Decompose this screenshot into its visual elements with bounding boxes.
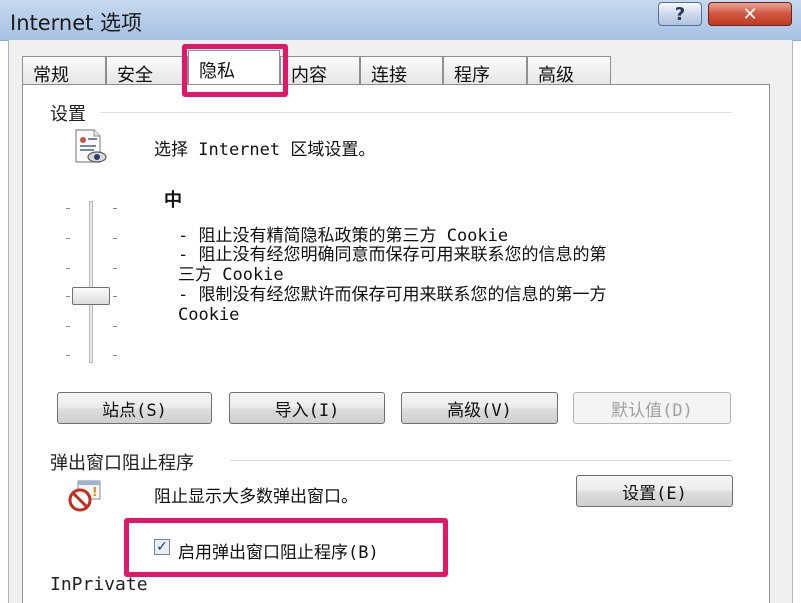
- sites-button[interactable]: 站点(S): [57, 392, 212, 424]
- slider-tick: [66, 326, 70, 327]
- popup-settings-button[interactable]: 设置(E): [576, 475, 733, 507]
- slider-tick: [113, 208, 117, 209]
- slider-tick: [66, 208, 70, 209]
- inprivate-group-label: InPrivate: [50, 574, 148, 595]
- popup-description: 阻止显示大多数弹出窗口。: [154, 487, 358, 507]
- privacy-description-line: 三方 Cookie: [178, 265, 284, 285]
- settings-divider: [100, 112, 732, 113]
- window-title: Internet 选项: [10, 11, 143, 35]
- close-button[interactable]: ✕: [708, 2, 792, 26]
- slider-tick: [113, 326, 117, 327]
- tab-content[interactable]: 内容: [280, 56, 360, 86]
- slider-tick: [66, 268, 70, 269]
- privacy-description-line: Cookie: [178, 305, 240, 325]
- slider-tick: [113, 238, 117, 239]
- popup-group-label: 弹出窗口阻止程序: [50, 449, 194, 475]
- slider-tick: [113, 268, 117, 269]
- tab-connections[interactable]: 连接: [360, 56, 443, 86]
- slider-tick: [66, 296, 70, 297]
- import-button[interactable]: 导入(I): [229, 392, 385, 424]
- checkmark-icon: ✓: [156, 539, 168, 555]
- close-icon: ✕: [742, 3, 758, 25]
- tab-general[interactable]: 常规: [22, 56, 106, 86]
- popup-divider: [230, 460, 732, 461]
- slider-tick: [66, 355, 70, 356]
- help-icon: ?: [674, 3, 686, 25]
- privacy-level-label: 中: [164, 190, 182, 211]
- privacy-panel: [22, 84, 770, 603]
- privacy-description-line: - 阻止没有精简隐私政策的第三方 Cookie: [178, 226, 509, 246]
- tab-advanced[interactable]: 高级: [527, 56, 611, 86]
- enable-popup-blocker-checkbox[interactable]: ✓: [154, 539, 170, 555]
- advanced-button[interactable]: 高级(V): [401, 392, 558, 424]
- privacy-description-line: - 阻止没有经您明确同意而保存可用来联系您的信息的第: [178, 245, 607, 265]
- slider-tick: [113, 355, 117, 356]
- slider-tick: [113, 296, 117, 297]
- slider-tick: [66, 238, 70, 239]
- popup-blocked-icon: !: [68, 478, 104, 514]
- svg-text:!: !: [92, 485, 97, 499]
- default-button[interactable]: 默认值(D): [573, 392, 731, 424]
- zone-settings-text: 选择 Internet 区域设置。: [154, 140, 376, 160]
- help-button[interactable]: ?: [658, 2, 702, 26]
- tab-programs[interactable]: 程序: [443, 56, 527, 86]
- privacy-description-line: - 限制没有经您默许而保存可用来联系您的信息的第一方: [178, 285, 607, 305]
- tab-privacy[interactable]: 隐私: [188, 50, 280, 84]
- slider-track: [89, 201, 93, 363]
- enable-popup-blocker-label[interactable]: 启用弹出窗口阻止程序(B): [178, 538, 379, 563]
- title-bar: Internet 选项 ? ✕: [0, 0, 801, 41]
- slider-thumb[interactable]: [72, 287, 110, 305]
- privacy-document-icon: [70, 128, 108, 166]
- tab-security[interactable]: 安全: [106, 56, 188, 86]
- settings-group-label: 设置: [50, 100, 86, 126]
